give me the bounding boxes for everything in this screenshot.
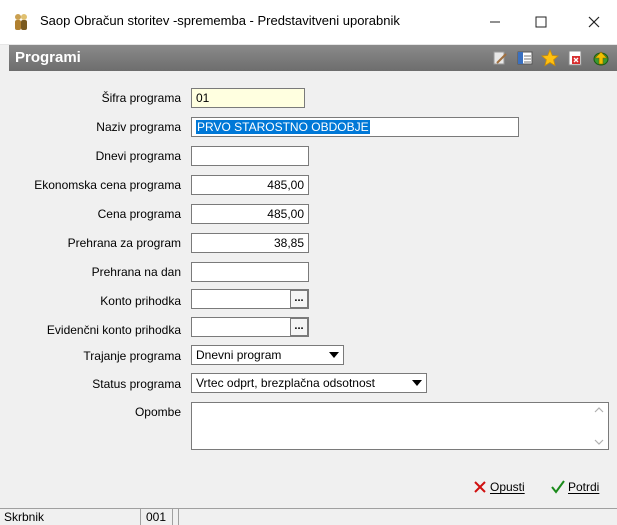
delete-doc-icon[interactable]: [566, 49, 584, 67]
opombe-textarea[interactable]: [191, 402, 609, 450]
maximize-icon: [535, 16, 547, 28]
naziv-label: Naziv programa: [96, 120, 181, 134]
close-icon: [588, 16, 600, 28]
status-code: 001: [146, 510, 167, 524]
trajanje-label: Trajanje programa: [83, 349, 181, 363]
cancel-button[interactable]: Opusti: [473, 480, 525, 494]
program-form: Šifra programa 01 Naziv programa PRVO ST…: [9, 71, 617, 463]
sifra-field[interactable]: 01: [191, 88, 305, 108]
naziv-field[interactable]: PRVO STAROSTNO OBDOBJE: [191, 117, 519, 137]
cena-field[interactable]: 485,00: [191, 204, 309, 224]
opombe-scrollbar[interactable]: [590, 403, 608, 449]
minimize-button[interactable]: [472, 0, 518, 44]
edit-icon[interactable]: [491, 49, 509, 67]
confirm-label: Potrdi: [568, 480, 600, 494]
dnevi-field[interactable]: [191, 146, 309, 166]
konto-field[interactable]: ...: [191, 289, 309, 309]
cancel-label: Opusti: [490, 480, 525, 494]
prehrana-field[interactable]: 38,85: [191, 233, 309, 253]
trajanje-select[interactable]: Dnevni program: [191, 345, 344, 365]
evidencni-konto-label: Evidenčni konto prihodka: [46, 323, 181, 337]
chevron-down-icon: [412, 380, 422, 386]
status-value: Vrtec odprt, brezplačna odsotnost: [196, 376, 375, 390]
status-divider: [140, 509, 141, 525]
star-icon[interactable]: [541, 49, 559, 67]
section-title: Programi: [15, 49, 81, 66]
exit-icon[interactable]: [592, 49, 610, 67]
sifra-label: Šifra programa: [101, 91, 181, 105]
window-title: Saop Obračun storitev -sprememba - Preds…: [40, 13, 400, 28]
status-label: Status programa: [92, 377, 181, 391]
status-select[interactable]: Vrtec odprt, brezplačna odsotnost: [191, 373, 427, 393]
status-dropdown-button[interactable]: [408, 374, 426, 392]
status-bar: Skrbnik 001: [0, 508, 617, 525]
section-header: Programi: [9, 45, 617, 71]
minimize-icon: [490, 21, 500, 23]
cena-label: Cena programa: [97, 207, 181, 221]
people-icon: [15, 14, 27, 30]
columns-icon[interactable]: [516, 49, 534, 67]
confirm-button[interactable]: Potrdi: [551, 480, 599, 494]
prehrana-dan-label: Prehrana na dan: [91, 265, 181, 279]
close-button[interactable]: [571, 0, 617, 44]
chevron-down-icon: [329, 352, 339, 358]
title-bar: Saop Obračun storitev -sprememba - Preds…: [0, 0, 617, 45]
button-bar: Opusti Potrdi: [9, 468, 617, 508]
ekonomska-cena-label: Ekonomska cena programa: [34, 178, 181, 192]
dnevi-label: Dnevi programa: [95, 149, 181, 163]
evidencni-konto-field[interactable]: ...: [191, 317, 309, 337]
trajanje-value: Dnevni program: [196, 348, 282, 362]
evidencni-konto-lookup-button[interactable]: ...: [290, 318, 308, 336]
cancel-x-icon: [474, 481, 486, 493]
scroll-arrows-icon: [594, 407, 604, 445]
status-user: Skrbnik: [4, 510, 45, 524]
konto-label: Konto prihodka: [100, 294, 181, 308]
konto-lookup-button[interactable]: ...: [290, 290, 308, 308]
prehrana-dan-field[interactable]: [191, 262, 309, 282]
trajanje-dropdown-button[interactable]: [325, 346, 343, 364]
checkmark-icon: [551, 480, 565, 494]
naziv-value: PRVO STAROSTNO OBDOBJE: [196, 120, 370, 134]
status-divider: [172, 509, 173, 525]
maximize-button[interactable]: [518, 0, 564, 44]
ekonomska-cena-field[interactable]: 485,00: [191, 175, 309, 195]
opombe-label: Opombe: [134, 405, 181, 419]
status-divider: [178, 509, 179, 525]
prehrana-label: Prehrana za program: [67, 236, 181, 250]
